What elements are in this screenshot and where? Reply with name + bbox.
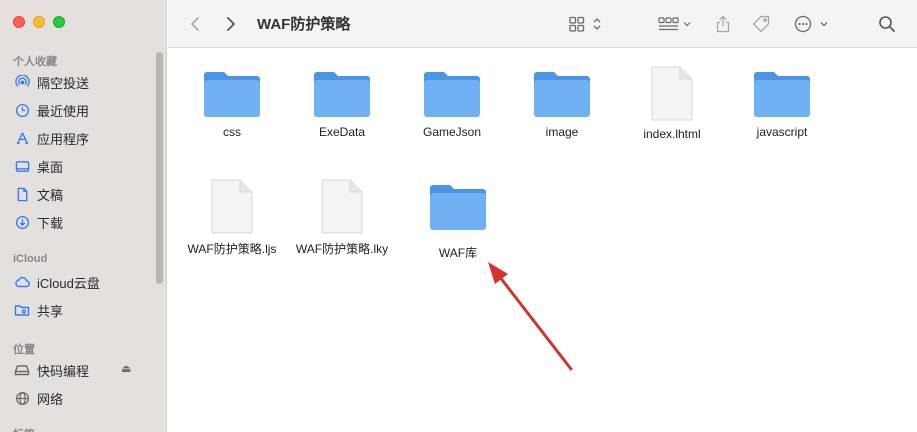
file-item-css[interactable]: css — [177, 69, 287, 139]
annotation-arrow — [488, 262, 573, 371]
eject-icon[interactable]: ⏏ — [121, 362, 131, 375]
file-item-waf-lib[interactable]: WAF库 — [403, 182, 513, 261]
file-name: GameJson — [422, 125, 482, 139]
sidebar-item-label: 文稿 — [37, 187, 64, 203]
icloud-section-title: iCloud — [13, 253, 48, 265]
file-item-waf-ljs[interactable]: WAF防护策略.ljs — [177, 178, 287, 257]
sidebar-item-label: 应用程序 — [37, 131, 90, 147]
file-name: ExeData — [318, 125, 366, 139]
file-name: image — [545, 125, 579, 139]
window-title: WAF防护策略 — [257, 16, 351, 33]
sidebar-item-documents[interactable]: 文稿 — [14, 183, 63, 205]
sidebar-scrollbar[interactable] — [156, 52, 163, 284]
sidebar-item-label: 隔空投送 — [37, 75, 90, 91]
folder-icon — [532, 69, 592, 119]
more-actions-button[interactable] — [794, 0, 830, 48]
favorites-section-title: 个人收藏 — [13, 56, 57, 68]
view-mode-button[interactable] — [569, 0, 603, 48]
chevron-left-icon — [191, 17, 199, 31]
sidebar-item-network[interactable]: 网络 — [14, 387, 63, 409]
minimize-window-button[interactable] — [33, 16, 45, 28]
ellipsis-circle-icon — [794, 15, 828, 33]
folder-icon — [202, 69, 262, 119]
file-browser-content: css ExeData GameJson image index.lhtml j… — [168, 49, 917, 432]
forward-button[interactable] — [224, 0, 238, 48]
search-button[interactable] — [878, 0, 896, 48]
sidebar-item-label: 共享 — [37, 303, 64, 319]
grid-view-icon — [569, 16, 601, 32]
blank-document-icon — [649, 65, 695, 123]
zoom-window-button[interactable] — [53, 16, 65, 28]
folder-icon — [422, 69, 482, 119]
sidebar-item-recents[interactable]: 最近使用 — [14, 99, 89, 121]
folder-icon — [428, 182, 488, 232]
sidebar-item-drive[interactable]: 快码编程 — [14, 359, 89, 381]
file-item-exedata[interactable]: ExeData — [287, 69, 397, 139]
locations-section-title: 位置 — [13, 344, 35, 356]
search-icon — [879, 16, 896, 33]
file-item-javascript[interactable]: javascript — [727, 69, 837, 139]
shared-folder-icon — [14, 302, 30, 318]
sidebar-item-label: 下载 — [37, 215, 64, 231]
sidebar-item-icloud-drive[interactable]: iCloud云盘 — [14, 271, 100, 293]
share-icon — [716, 15, 730, 33]
file-name: WAF防护策略.ljs — [187, 242, 277, 256]
document-icon — [14, 186, 30, 202]
sidebar-item-airdrop[interactable]: 隔空投送 — [14, 71, 89, 93]
file-item-image[interactable]: image — [507, 69, 617, 139]
sidebar-item-desktop[interactable]: 桌面 — [14, 155, 63, 177]
tags-section-title: 标签 — [13, 426, 35, 432]
file-item-index-lhtml[interactable]: index.lhtml — [617, 65, 727, 141]
sidebar-item-label: 网络 — [37, 391, 64, 407]
group-by-button[interactable] — [658, 0, 694, 48]
desktop-icon — [14, 158, 30, 174]
chevron-right-icon — [227, 17, 235, 31]
toolbar: WAF防护策略 — [168, 0, 917, 48]
sidebar-item-shared[interactable]: 共享 — [14, 299, 63, 321]
tag-button[interactable] — [752, 0, 772, 48]
share-button[interactable] — [715, 0, 731, 48]
sidebar-item-label: iCloud云盘 — [37, 275, 100, 291]
file-item-gamejson[interactable]: GameJson — [397, 69, 507, 139]
sidebar: 个人收藏 隔空投送 最近使用 应用程序 桌面 文稿 下载 iCloud iClo… — [0, 0, 167, 432]
blank-document-icon — [319, 178, 365, 236]
sidebar-item-label: 最近使用 — [37, 103, 90, 119]
close-window-button[interactable] — [13, 16, 25, 28]
cloud-icon — [14, 274, 30, 290]
applications-icon — [14, 130, 30, 146]
file-name: css — [223, 125, 241, 139]
sidebar-item-label: 桌面 — [37, 159, 64, 175]
group-icon — [658, 17, 691, 31]
clock-icon — [14, 102, 30, 118]
sidebar-item-applications[interactable]: 应用程序 — [14, 127, 89, 149]
file-name: javascript — [756, 125, 808, 139]
airdrop-icon — [14, 74, 30, 90]
file-name: WAF防护策略.lky — [295, 242, 389, 256]
drive-icon — [14, 362, 30, 378]
blank-document-icon — [209, 178, 255, 236]
sidebar-item-downloads[interactable]: 下载 — [14, 211, 63, 233]
file-item-waf-lky[interactable]: WAF防护策略.lky — [287, 178, 397, 257]
file-name: index.lhtml — [643, 127, 701, 141]
folder-icon — [312, 69, 372, 119]
tag-icon — [752, 15, 770, 33]
network-icon — [14, 390, 30, 406]
folder-icon — [752, 69, 812, 119]
window-controls — [13, 16, 65, 28]
download-icon — [14, 214, 30, 230]
back-button[interactable] — [188, 0, 202, 48]
sidebar-item-label: 快码编程 — [37, 363, 90, 379]
